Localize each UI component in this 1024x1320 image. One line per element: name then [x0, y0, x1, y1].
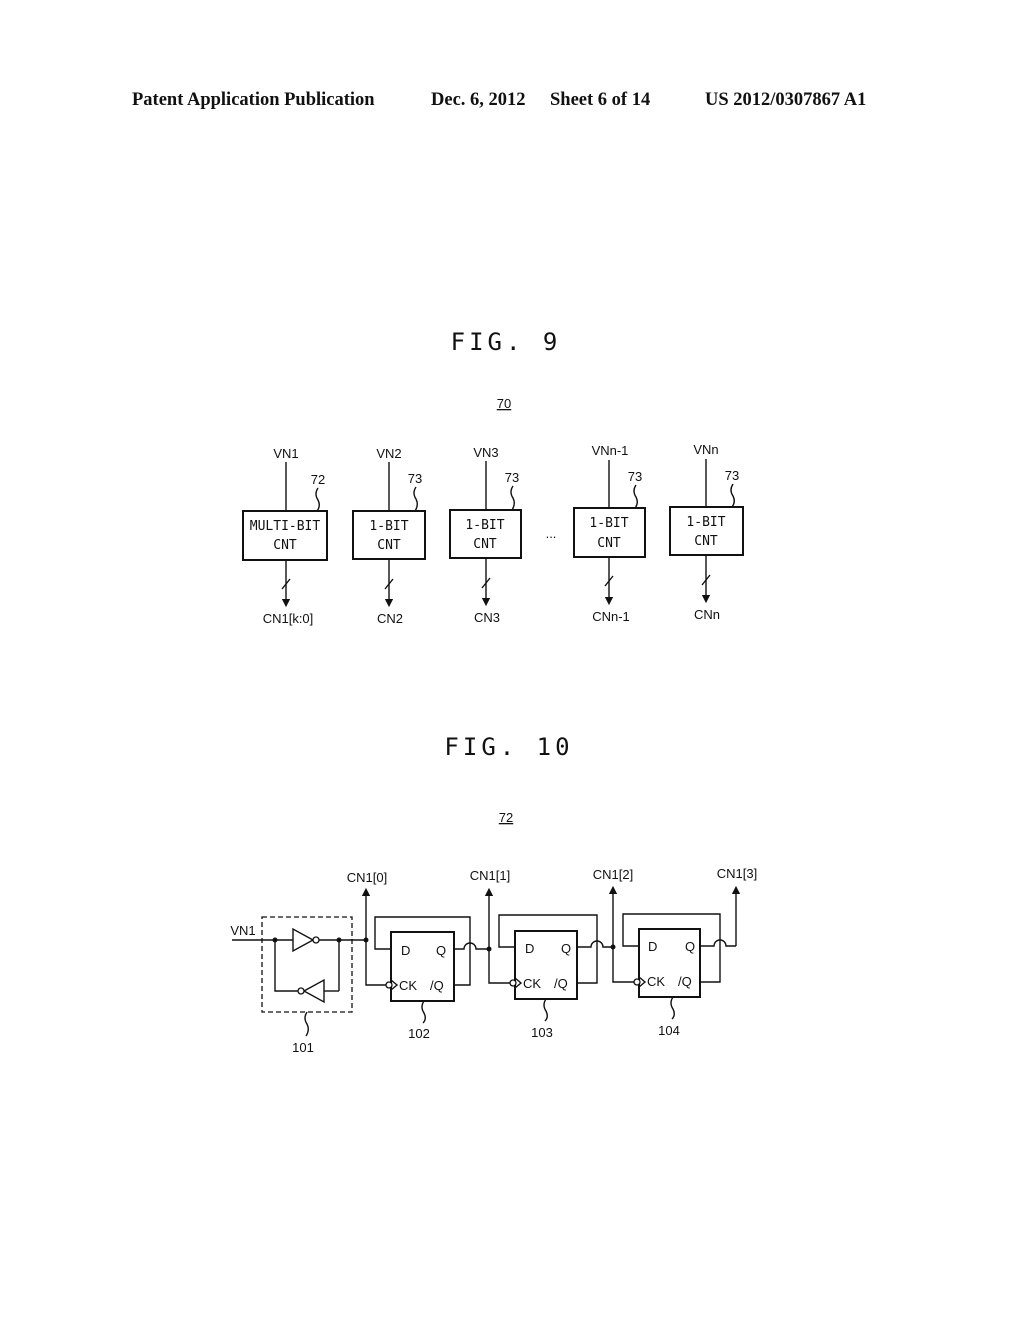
counter-block-1bit: VN2 73 1-BIT CNT CN2: [352, 446, 426, 626]
clock-inversion-bubble: [509, 979, 517, 987]
d-pin: D: [648, 939, 657, 954]
ref-label: 72: [311, 472, 325, 487]
output-label: CN2: [377, 611, 403, 626]
fig9: FIG. 9 70 VN1 72 MULTI-BIT CNT CN1[k:0] …: [242, 328, 744, 626]
ref-label: 73: [725, 468, 739, 483]
counter-block-1bit: VNn-1 73 1-BIT CNT CNn-1: [573, 443, 646, 624]
input-label: VNn: [693, 442, 718, 457]
box-line2: CNT: [694, 534, 718, 549]
leader-line: [421, 1000, 426, 1024]
input-label: VN2: [376, 446, 401, 461]
box-line2: CNT: [273, 538, 297, 553]
box-line1: 1-BIT: [686, 515, 725, 530]
inverter-forward-icon: [292, 927, 315, 953]
d-pin: D: [401, 943, 410, 958]
ff-ref: 104: [658, 1023, 680, 1038]
fig9-title: FIG. 9: [451, 328, 562, 356]
leader-line: [730, 483, 735, 508]
leader-line: [543, 998, 548, 1022]
clock-inversion-bubble: [633, 978, 641, 986]
q-pin: Q: [436, 943, 446, 958]
input-label: VNn-1: [592, 443, 629, 458]
leader-line: [315, 487, 320, 512]
box-line1: MULTI-BIT: [250, 519, 321, 534]
ref-label: 73: [408, 471, 422, 486]
input-label: VN1: [230, 923, 255, 938]
box-line1: 1-BIT: [369, 519, 408, 534]
leader-line: [510, 485, 515, 511]
leader-line: [633, 484, 638, 509]
output-label: CN1[1]: [470, 868, 510, 883]
box-line2: CNT: [377, 538, 401, 553]
ff-ref: 102: [408, 1026, 430, 1041]
output-label: CNn-1: [592, 609, 630, 624]
clock-wire: [365, 940, 386, 986]
leader-line: [304, 1011, 309, 1037]
flipflop-102: D Q CK /Q 102: [374, 916, 489, 1041]
output-label: CN1[0]: [347, 870, 387, 885]
output-label: CN1[2]: [593, 867, 633, 882]
q-output-wire: [700, 939, 736, 947]
box-line1: 1-BIT: [589, 516, 628, 531]
q-output-wire: [577, 940, 613, 948]
ellipsis: ...: [546, 526, 557, 541]
q-output-wire: [454, 942, 489, 950]
input-label: VN3: [473, 445, 498, 460]
flipflop-103: D Q CK /Q 103: [498, 914, 613, 1040]
clock-wire: [612, 947, 634, 983]
q-pin: Q: [685, 939, 695, 954]
fig10-ref: 72: [499, 810, 513, 825]
ref-label: 73: [628, 469, 642, 484]
box-line2: CNT: [473, 537, 497, 552]
leader-line: [413, 486, 418, 512]
ck-pin: CK: [647, 974, 665, 989]
clock-inversion-bubble: [385, 981, 393, 989]
ck-pin: CK: [523, 976, 541, 991]
box-line2: CNT: [597, 536, 621, 551]
counter-block-1bit: VNn 73 1-BIT CNT CNn: [669, 442, 744, 622]
input-buffer: 101: [261, 916, 366, 1055]
ck-pin: CK: [399, 978, 417, 993]
box-line1: 1-BIT: [465, 518, 504, 533]
qb-pin: /Q: [430, 978, 444, 993]
patent-drawing: FIG. 9 70 VN1 72 MULTI-BIT CNT CN1[k:0] …: [230, 328, 757, 1055]
qb-pin: /Q: [678, 974, 692, 989]
counter-block-multibit: VN1 72 MULTI-BIT CNT CN1[k:0]: [242, 446, 328, 626]
leader-line: [670, 996, 675, 1020]
inverter-feedback-icon: [302, 978, 325, 1004]
buffer-ref: 101: [292, 1040, 314, 1055]
qb-pin: /Q: [554, 976, 568, 991]
input-label: VN1: [273, 446, 298, 461]
output-label: CN3: [474, 610, 500, 625]
flipflop-104: D Q CK /Q 104: [622, 913, 736, 1038]
output-label: CNn: [694, 607, 720, 622]
q-pin: Q: [561, 941, 571, 956]
ref-label: 73: [505, 470, 519, 485]
d-pin: D: [525, 941, 534, 956]
fig10: FIG. 10 72 VN1 101 CN1[0] D Q CK /Q 102 …: [230, 733, 757, 1055]
counter-block-1bit: VN3 73 1-BIT CNT CN3: [449, 445, 522, 625]
clock-wire: [488, 949, 510, 984]
inversion-bubble: [297, 987, 305, 995]
inversion-bubble: [312, 936, 320, 944]
ff-ref: 103: [531, 1025, 553, 1040]
fig10-title: FIG. 10: [444, 733, 573, 761]
output-label: CN1[3]: [717, 866, 757, 881]
fig9-ref: 70: [497, 396, 511, 411]
output-label: CN1[k:0]: [263, 611, 314, 626]
